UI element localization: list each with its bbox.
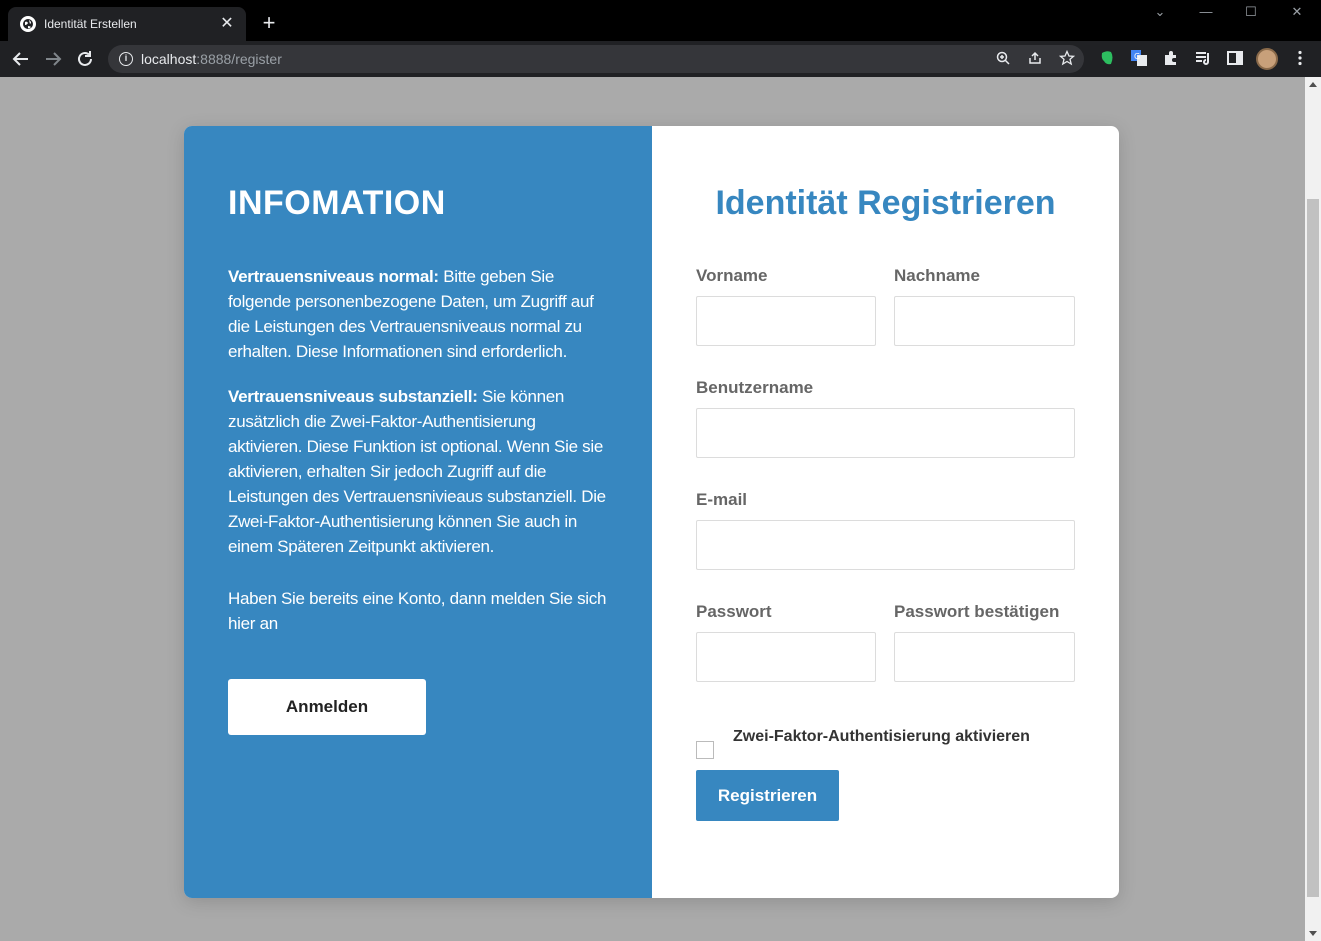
login-button[interactable]: Anmelden xyxy=(228,679,426,735)
browser-tab[interactable]: Identität Erstellen ✕ xyxy=(8,7,246,41)
minimize-button[interactable]: — xyxy=(1196,4,1216,19)
globe-icon xyxy=(20,16,36,32)
info-paragraph-substanziell: Vertrauensniveaus substanziell: Sie könn… xyxy=(228,387,606,556)
tab-close-icon[interactable]: ✕ xyxy=(218,16,236,32)
email-label: E-mail xyxy=(696,490,748,509)
reading-list-icon[interactable] xyxy=(1193,49,1213,69)
extensions-puzzle-icon[interactable] xyxy=(1161,49,1181,69)
form-title: Identität Registrieren xyxy=(715,184,1056,222)
firstname-label: Vorname xyxy=(696,266,768,285)
evernote-extension-icon[interactable] xyxy=(1097,49,1117,69)
info-paragraph-login-hint: Haben Sie bereits eine Konto, dann melde… xyxy=(228,589,607,633)
tab-search-icon[interactable]: ⌄ xyxy=(1150,4,1170,20)
firstname-input[interactable] xyxy=(696,296,876,346)
profile-avatar[interactable] xyxy=(1256,48,1278,70)
register-button[interactable]: Registrieren xyxy=(696,770,839,821)
page-scrollbar[interactable] xyxy=(1305,77,1321,941)
lastname-input[interactable] xyxy=(894,296,1075,346)
maximize-button[interactable]: ☐ xyxy=(1241,4,1261,20)
password-input[interactable] xyxy=(696,632,876,682)
twofactor-checkbox[interactable] xyxy=(696,741,714,759)
back-arrow-icon[interactable] xyxy=(9,47,33,71)
info-paragraph-normal: Vertrauensniveaus normal: Bitte geben Si… xyxy=(228,267,594,361)
forward-arrow-icon[interactable] xyxy=(41,47,65,71)
form-panel: Identität Registrieren Vorname Nachname … xyxy=(652,126,1119,898)
menu-kebab-icon[interactable] xyxy=(1290,49,1310,69)
email-input[interactable] xyxy=(696,520,1075,570)
browser-tab-bar: Identität Erstellen ✕ + ⌄ — ☐ ✕ xyxy=(0,0,1321,41)
password-confirm-input[interactable] xyxy=(894,632,1075,682)
translate-extension-icon[interactable]: G xyxy=(1129,49,1149,69)
share-icon[interactable] xyxy=(1026,50,1044,68)
password-confirm-label: Passwort bestätigen xyxy=(894,602,1060,621)
reload-icon[interactable] xyxy=(73,47,97,71)
info-heading: INFOMATION xyxy=(228,184,446,222)
site-info-icon[interactable]: i xyxy=(119,52,133,66)
url-text[interactable]: localhost:8888/register xyxy=(141,51,282,67)
svg-text:G: G xyxy=(1134,52,1140,61)
twofactor-label[interactable]: Zwei-Faktor-Authentisierung aktivieren xyxy=(733,728,1030,746)
browser-toolbar: i localhost:8888/register G xyxy=(0,41,1321,77)
zoom-icon[interactable] xyxy=(994,50,1012,68)
username-label: Benutzername xyxy=(696,378,814,397)
password-label: Passwort xyxy=(696,602,772,621)
close-window-button[interactable]: ✕ xyxy=(1287,4,1307,20)
scroll-down-arrow-icon[interactable] xyxy=(1309,931,1317,936)
tab-title: Identität Erstellen xyxy=(44,17,137,31)
bookmark-star-icon[interactable] xyxy=(1058,49,1076,68)
new-tab-button[interactable]: + xyxy=(258,12,280,34)
side-panel-icon[interactable] xyxy=(1225,49,1245,69)
address-bar[interactable]: i localhost:8888/register xyxy=(108,45,1084,73)
username-input[interactable] xyxy=(696,408,1075,458)
scroll-up-arrow-icon[interactable] xyxy=(1309,82,1317,87)
info-panel: INFOMATION Vertrauensniveaus normal: Bit… xyxy=(184,126,652,898)
registration-card: INFOMATION Vertrauensniveaus normal: Bit… xyxy=(184,126,1119,898)
scroll-thumb[interactable] xyxy=(1307,199,1319,897)
lastname-label: Nachname xyxy=(894,266,980,285)
